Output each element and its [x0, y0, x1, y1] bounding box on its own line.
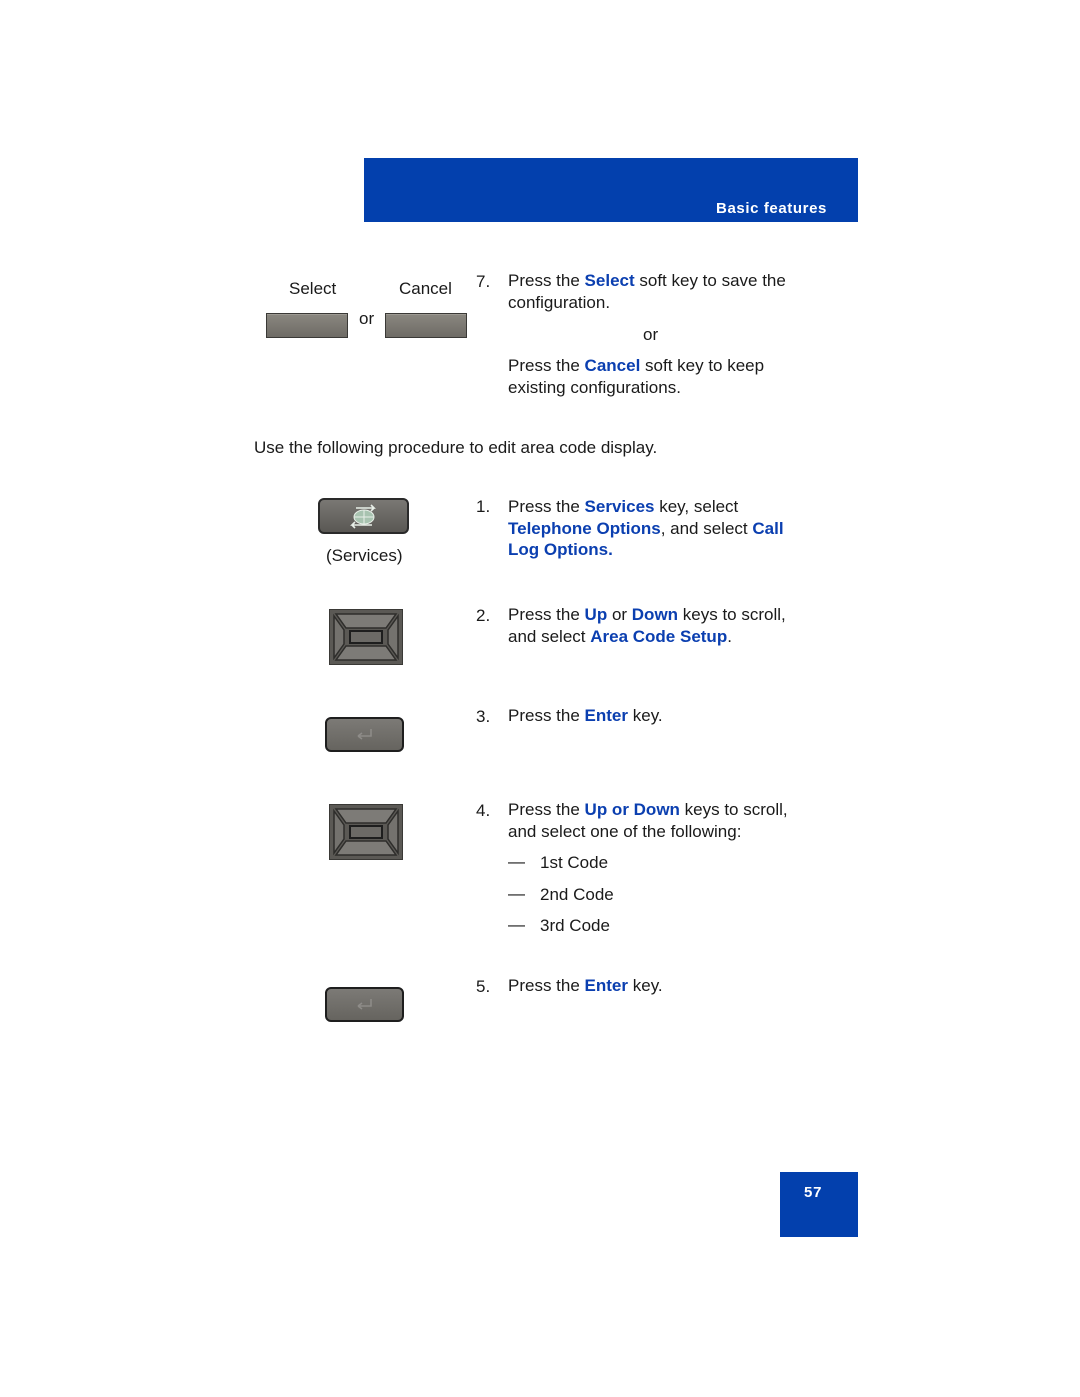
page-number-box: 57	[780, 1172, 858, 1237]
cancel-softkey-label: Cancel	[399, 279, 452, 298]
nav-arrows-icon	[333, 613, 399, 661]
text-run: Press the	[508, 706, 585, 725]
step-2-number: 2.	[476, 606, 491, 625]
text-run: key, select	[654, 497, 739, 516]
enter-key-icon	[325, 717, 404, 752]
text-run: and select	[508, 626, 591, 646]
select-softkey-label: Select	[289, 279, 337, 298]
section-title: Basic features	[716, 200, 827, 217]
select-keyword: Select	[584, 271, 635, 290]
section-header-band: Basic features	[364, 158, 858, 222]
step-3-number: 3.	[476, 707, 491, 726]
step-2-text: Press the Up or Down keys to scroll, and…	[508, 604, 818, 647]
text-run: Press the	[508, 605, 585, 624]
text-run: keys to scroll,	[679, 800, 788, 819]
step-5-number: 5.	[476, 977, 491, 996]
text-run: Press the	[508, 356, 585, 375]
step-1-number: 1.	[476, 497, 491, 516]
step-7-alt-text: Press the Cancel soft key to keep existi…	[508, 355, 818, 398]
text-run: , and select	[660, 518, 753, 538]
log-options-keyword: Log Options.	[508, 540, 613, 559]
enter-key-icon	[325, 987, 404, 1022]
list-dash: —	[508, 915, 525, 934]
navigation-cluster-icon	[329, 804, 403, 860]
up-keyword: Up	[584, 605, 608, 624]
text-run: configuration.	[508, 292, 611, 312]
list-dash: —	[508, 852, 525, 871]
text-run: Press the	[508, 976, 585, 995]
option-2nd-code: 2nd Code	[540, 885, 614, 904]
enter-arrow-icon	[357, 729, 372, 740]
area-code-setup-keyword: Area Code Setup	[590, 626, 728, 646]
text-run: Press the	[508, 800, 585, 819]
or-label: or	[359, 309, 375, 328]
page-number: 57	[804, 1184, 823, 1201]
nav-arrows-icon	[333, 808, 399, 856]
services-globe-arrows-icon	[350, 504, 376, 529]
option-3rd-code: 3rd Code	[540, 916, 610, 935]
down-keyword: Down	[631, 605, 679, 624]
navigation-cluster-icon	[329, 609, 403, 665]
text-run: existing configurations.	[508, 377, 681, 397]
step-4-text: Press the Up or Down keys to scroll, and…	[508, 799, 818, 842]
services-caption: (Services)	[326, 546, 403, 565]
text-run: .	[727, 626, 732, 646]
enter-keyword: Enter	[584, 706, 629, 725]
services-key-icon	[318, 498, 409, 534]
select-softkey-icon	[266, 313, 348, 338]
option-1st-code: 1st Code	[540, 853, 609, 872]
up-or-down-keyword: Up or Down	[584, 800, 680, 819]
step-3-text: Press the Enter key.	[508, 705, 663, 727]
text-run: and select one of the following:	[508, 821, 742, 841]
step-4-number: 4.	[476, 801, 491, 820]
text-run: soft key to save the	[634, 271, 786, 290]
text-run: key.	[628, 706, 663, 725]
step-7-text: Press the Select soft key to save the co…	[508, 270, 818, 313]
text-run: Press the	[508, 497, 585, 516]
telephone-options-keyword: Telephone Options	[508, 518, 661, 538]
enter-arrow-icon	[357, 999, 372, 1010]
cancel-softkey-icon	[385, 313, 467, 338]
text-run: or	[607, 605, 632, 624]
text-run: keys to scroll,	[678, 605, 786, 624]
step-5-text: Press the Enter key.	[508, 975, 663, 997]
services-keyword: Services	[584, 497, 655, 516]
procedure-intro: Use the following procedure to edit area…	[254, 438, 658, 457]
list-dash: —	[508, 884, 525, 903]
text-run: Press the	[508, 271, 585, 290]
step-1-text: Press the Services key, select Telephone…	[508, 496, 818, 561]
cancel-keyword: Cancel	[584, 356, 641, 375]
enter-keyword: Enter	[584, 976, 629, 995]
text-run: key.	[628, 976, 663, 995]
step-7-number: 7.	[476, 272, 491, 291]
call-keyword: Call	[752, 518, 784, 538]
text-run: soft key to keep	[640, 356, 765, 375]
step-7-or: or	[643, 325, 659, 344]
